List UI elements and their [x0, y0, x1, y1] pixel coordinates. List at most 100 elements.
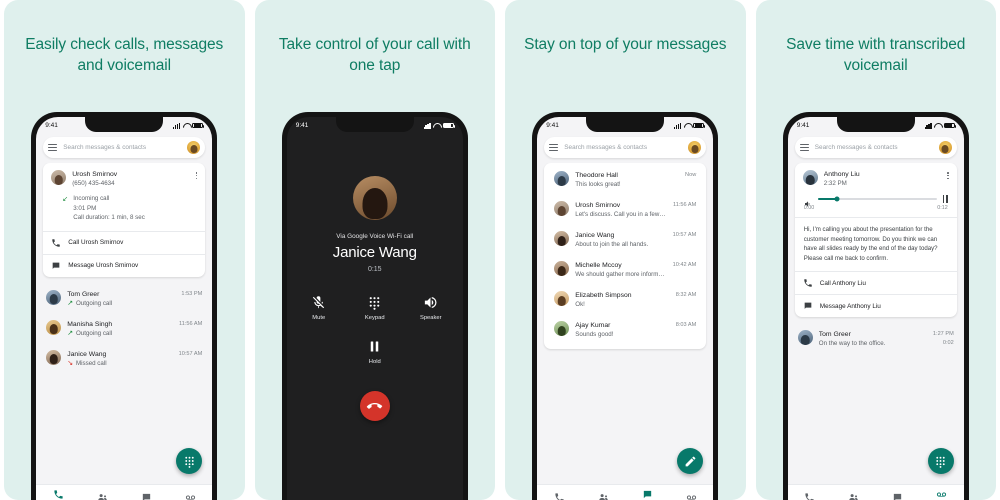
speaker-icon[interactable]	[804, 195, 812, 207]
dialpad-icon[interactable]	[176, 448, 203, 474]
phone-notch	[836, 117, 915, 132]
nav-item-contacts[interactable]	[832, 492, 876, 500]
contact-phone: (650) 435-4634	[72, 180, 115, 187]
phone-screen-in-call: 9:41 Via Google Voice Wi-Fi call Janice …	[286, 117, 463, 500]
nav-item-messages[interactable]: Messages	[625, 489, 669, 500]
keypad-label: Keypad	[364, 315, 385, 321]
playback-slider[interactable]	[817, 196, 937, 202]
search-input[interactable]: Search messages & contacts	[63, 144, 181, 151]
search-bar[interactable]: Search messages & contacts	[43, 137, 206, 158]
panel-title-in-call: Take control of your call with one tap	[278, 36, 471, 74]
message-name: Theodore Hall	[575, 172, 618, 179]
list-item[interactable]: Janice Wang About to join the all hands.…	[544, 225, 706, 255]
hold-button[interactable]: Hold	[360, 339, 390, 365]
avatar[interactable]	[688, 141, 702, 154]
call-sub: ↘ Missed call	[67, 359, 107, 367]
speaker-label: Speaker	[419, 315, 442, 321]
pause-icon[interactable]	[942, 195, 948, 203]
menu-icon[interactable]	[549, 144, 559, 151]
incoming-call-arrow-icon: ↙	[62, 195, 69, 203]
speaker-button[interactable]: Speaker	[416, 295, 446, 321]
playback-handle[interactable]	[834, 196, 840, 202]
contact-avatar	[554, 231, 570, 246]
dialpad-icon[interactable]	[927, 448, 954, 474]
mute-button[interactable]: Mute	[304, 295, 334, 321]
message-preview: This looks great!	[575, 181, 621, 188]
message-time: 8:03 AM	[675, 322, 697, 328]
voicemail-times: 0:00 0:12	[795, 204, 957, 217]
list-item[interactable]: Theodore Hall This looks great! Now	[544, 165, 706, 195]
contact-name: Urosh Smirnov	[72, 171, 118, 178]
panel-title-messages: Stay on top of your messages	[524, 36, 727, 53]
nav-item-voicemail[interactable]: Voicemail	[920, 489, 964, 500]
search-input[interactable]: Search messages & contacts	[815, 144, 933, 151]
end-call-button[interactable]	[359, 391, 390, 421]
message-name: Elizabeth Simpson	[575, 292, 632, 299]
compose-icon[interactable]	[677, 448, 704, 474]
voicemail-detail-card: Anthony Liu 2:32 PM 0:00 0:12 Hi, I'm ca…	[794, 163, 957, 317]
contacts-icon	[599, 493, 608, 500]
nav-item-calls[interactable]	[537, 492, 581, 500]
call-via-label: Via Google Voice Wi-Fi call	[336, 233, 414, 240]
list-item[interactable]: Elizabeth Simpson Ok! 8:32 AM	[544, 285, 706, 315]
list-item[interactable]: Manisha Singh ↗ Outgoing call 11:56 AM	[36, 314, 212, 344]
list-item[interactable]: Tom Greer On the way to the office. 1:27…	[788, 324, 964, 354]
in-call-body: Via Google Voice Wi-Fi call Janice Wang …	[287, 134, 463, 500]
overflow-menu-icon[interactable]	[195, 170, 198, 180]
battery-icon	[693, 122, 706, 129]
contact-avatar	[51, 170, 67, 185]
call-timer: 0:15	[367, 266, 382, 273]
voicemail-content: Anthony Liu 2:32 PM 0:00 0:12 Hi, I'm ca…	[788, 163, 964, 484]
action-call[interactable]: Call Urosh Smirnov	[43, 232, 205, 254]
nav-item-voicemail[interactable]	[168, 492, 212, 500]
call-controls: Mute Keypad Speaker	[304, 295, 446, 321]
list-item[interactable]: Janice Wang ↘ Missed call 10:57 AM	[36, 344, 212, 374]
keypad-button[interactable]: Keypad	[360, 295, 390, 321]
search-bar[interactable]: Search messages & contacts	[544, 137, 707, 158]
panel-in-call: Take control of your call with one tap 9…	[254, 0, 495, 500]
action-call[interactable]: Call Anthony Liu	[795, 272, 957, 294]
overflow-menu-icon[interactable]	[947, 170, 949, 180]
phone-notch	[85, 117, 164, 132]
status-time: 9:41	[295, 122, 309, 129]
avatar[interactable]	[187, 141, 201, 154]
contact-avatar	[797, 330, 813, 345]
nav-item-messages[interactable]	[124, 492, 168, 500]
nav-item-calls[interactable]	[788, 492, 832, 500]
voicemail-transcript: Hi, I'm calling you about the presentati…	[803, 226, 938, 262]
message-preview: About to join the all hands.	[575, 241, 649, 248]
list-item[interactable]: Michelle Mccoy We should gather more inf…	[544, 255, 706, 285]
message-name: Janice Wang	[575, 232, 615, 239]
voicemail-player[interactable]	[795, 193, 957, 207]
search-bar[interactable]: Search messages & contacts	[794, 137, 957, 158]
action-message[interactable]: Message Urosh Smirnov	[43, 255, 205, 277]
action-message[interactable]: Message Anthony Liu	[795, 295, 957, 317]
phone-icon	[555, 492, 564, 500]
voicemail-list-duration: 0:02	[942, 340, 954, 346]
list-item[interactable]: Tom Greer ↗ Outgoing call 1:53 PM	[36, 284, 212, 314]
message-time: 10:57 AM	[672, 232, 697, 238]
menu-icon[interactable]	[799, 144, 809, 151]
list-item[interactable]: Urosh Smirnov Let's discuss. Call you in…	[544, 195, 706, 225]
list-item[interactable]: Ajay Kumar Sounds good! 8:03 AM	[544, 315, 706, 345]
wifi-icon	[934, 123, 941, 129]
fab-compose[interactable]	[677, 448, 704, 474]
fab-dialpad[interactable]	[176, 448, 203, 474]
menu-icon[interactable]	[48, 144, 58, 151]
nav-item-contacts[interactable]	[581, 492, 625, 500]
avatar[interactable]	[938, 141, 952, 154]
contact-avatar	[554, 261, 570, 276]
fab-dialpad[interactable]	[927, 448, 954, 474]
nav-item-messages[interactable]	[876, 492, 920, 500]
mute-label: Mute	[312, 315, 326, 321]
panel-messages: Stay on top of your messages 9:41 Search…	[505, 0, 746, 500]
message-preview: We should gather more information on...	[575, 271, 666, 278]
nav-item-contacts[interactable]	[80, 492, 124, 500]
wifi-icon	[433, 123, 440, 129]
call-name: Janice Wang	[67, 350, 107, 358]
nav-item-voicemail[interactable]	[669, 492, 713, 500]
search-input[interactable]: Search messages & contacts	[564, 144, 682, 151]
nav-item-calls[interactable]: Calls	[36, 489, 80, 500]
status-time: 9:41	[796, 122, 810, 129]
voicemail-header: Anthony Liu 2:32 PM	[795, 163, 957, 193]
